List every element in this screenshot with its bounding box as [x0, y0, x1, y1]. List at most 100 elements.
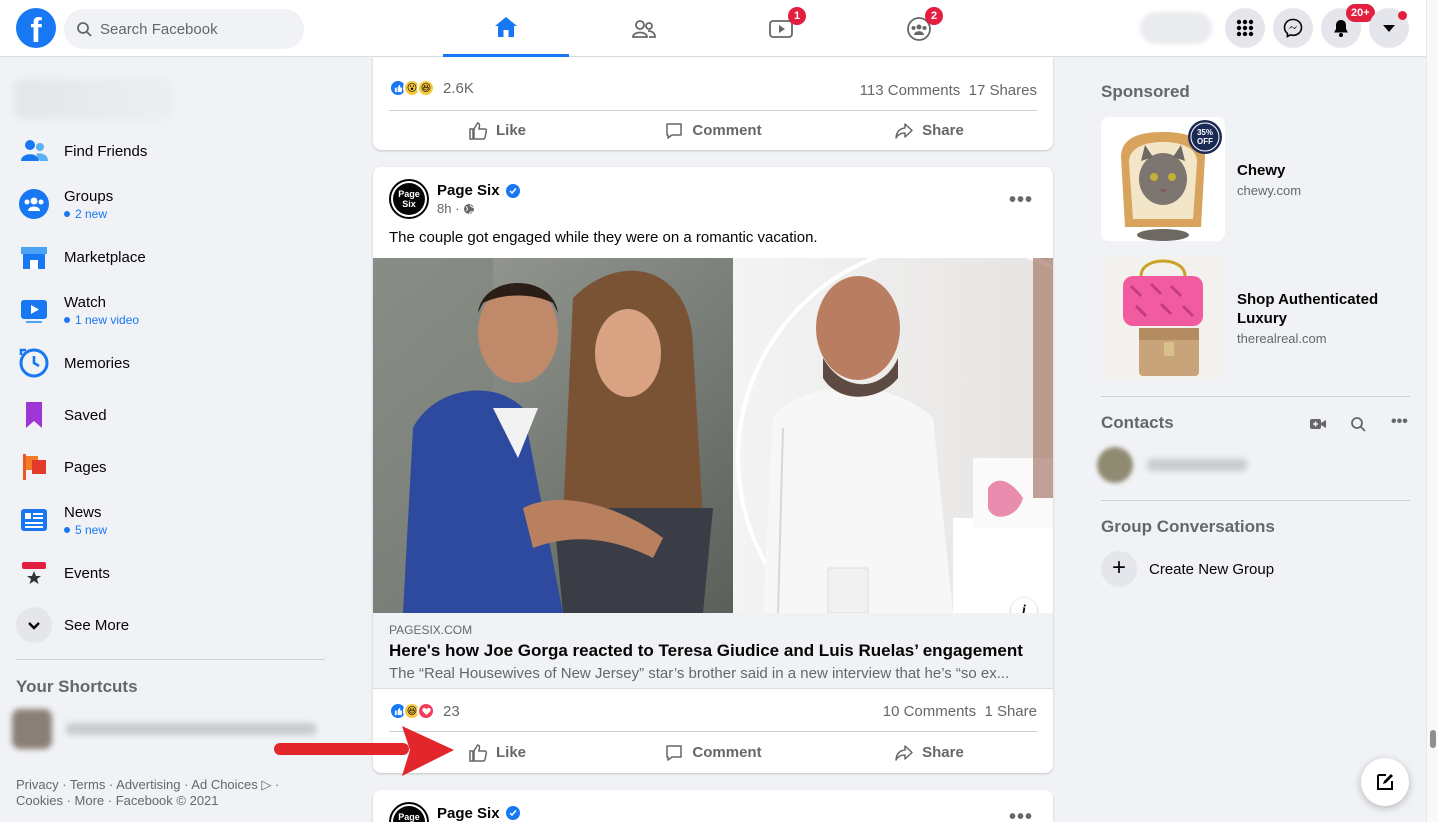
post-author[interactable]: Page Six	[437, 805, 500, 822]
page-scrollbar[interactable]	[1426, 0, 1438, 822]
link-title[interactable]: Here's how Joe Gorga reacted to Teresa G…	[389, 641, 1037, 661]
scroll-thumb[interactable]	[1430, 730, 1436, 748]
verified-badge-icon	[505, 806, 520, 820]
watch-badge: 1	[788, 7, 806, 25]
comment-icon	[666, 744, 683, 761]
ad-image[interactable]: 35% OFF	[1101, 117, 1225, 241]
profile-chip[interactable]	[1140, 12, 1212, 44]
tab-friends[interactable]	[581, 0, 707, 57]
ad-image[interactable]	[1101, 256, 1225, 380]
post-text: The couple got engaged while they were o…	[389, 229, 818, 246]
sidebar-item-sub: 5 new	[64, 523, 107, 537]
page-avatar-text: Page Six	[393, 806, 425, 822]
post-author[interactable]: Page Six	[437, 182, 500, 199]
sidebar-item-pages[interactable]: Pages	[16, 447, 107, 487]
search-box[interactable]	[64, 9, 304, 49]
sidebar-item-sub: 1 new video	[64, 313, 139, 327]
right-sidebar: Sponsored 35% OFF Chewy chewy.com Shop A…	[1085, 57, 1426, 822]
sidebar-divider	[16, 659, 325, 660]
video-call-icon[interactable]	[1309, 417, 1327, 431]
contacts-options-icon[interactable]: •••	[1391, 413, 1408, 431]
page-avatar[interactable]: Page Six	[389, 802, 429, 822]
comment-button[interactable]: Comment	[605, 732, 821, 773]
share-icon	[895, 122, 913, 139]
news-icon	[21, 509, 47, 531]
footer-line[interactable]: Privacy · Terms · Advertising · Ad Choic…	[16, 777, 316, 793]
sidebar-item-label: Groups	[64, 187, 114, 205]
reaction-count: 2.6K	[443, 79, 474, 97]
see-more-button[interactable]: See More	[16, 605, 129, 645]
link-preview[interactable]: PAGESIX.COM Here's how Joe Gorga reacted…	[373, 613, 1053, 689]
post-actions: Like Comment Share	[389, 731, 1037, 773]
search-icon	[77, 22, 92, 37]
footer-line[interactable]: Cookies · More · Facebook © 2021	[16, 793, 316, 809]
reaction-summary[interactable]: 😆 23	[389, 702, 460, 720]
watch-icon	[21, 300, 47, 323]
tab-home[interactable]	[443, 0, 569, 57]
create-group-button[interactable]: Create New Group	[1149, 561, 1274, 578]
sidebar-item-memories[interactable]: Memories	[16, 343, 130, 383]
share-button[interactable]: Share	[821, 732, 1037, 773]
post-time[interactable]: 8h ·	[437, 201, 459, 216]
top-bar: f 1 2 20+	[0, 0, 1426, 57]
search-input[interactable]	[100, 20, 290, 38]
sidebar-item-find-friends[interactable]: Find Friends	[16, 131, 147, 171]
sidebar-item-watch[interactable]: Watch 1 new video	[16, 290, 139, 330]
new-message-button[interactable]	[1361, 758, 1409, 806]
ad-domain: therealreal.com	[1237, 331, 1327, 346]
post-header: Page Six Page Six	[389, 802, 520, 822]
ad-discount-badge: 35% OFF	[1197, 128, 1213, 146]
marketplace-icon	[21, 247, 47, 269]
ad-name: Chewy	[1237, 162, 1286, 179]
sponsored-ad[interactable]: Shop Authenticated Luxury therealreal.co…	[1101, 256, 1411, 380]
comment-button[interactable]: Comment	[605, 111, 821, 150]
sponsored-ad[interactable]: 35% OFF Chewy chewy.com	[1101, 117, 1411, 241]
sidebar-item-label: Marketplace	[64, 248, 146, 266]
post-stats[interactable]: 113 Comments 17 Shares	[860, 82, 1037, 99]
account-alert-dot	[1398, 11, 1407, 20]
post-image[interactable]: i	[373, 258, 1053, 613]
comment-label: Comment	[692, 122, 762, 139]
messenger-button[interactable]	[1273, 8, 1313, 48]
shares-count[interactable]: 17 Shares	[969, 82, 1037, 99]
sidebar-item-news[interactable]: News 5 new	[16, 500, 107, 540]
post-options-icon[interactable]: •••	[1009, 189, 1033, 212]
sidebar-item-groups[interactable]: Groups 2 new	[16, 184, 113, 224]
groups-icon	[19, 189, 49, 219]
share-button[interactable]: Share	[821, 111, 1037, 150]
chevron-down-icon	[28, 622, 40, 630]
friends-icon	[21, 140, 48, 161]
thumbs-up-icon	[469, 743, 488, 762]
menu-button[interactable]	[1225, 8, 1265, 48]
comments-count[interactable]: 113 Comments	[860, 82, 961, 99]
reaction-summary[interactable]: 😮 😆 2.6K	[389, 79, 474, 97]
sidebar-item-events[interactable]: Events	[16, 553, 110, 593]
calendar-icon	[22, 562, 46, 585]
contact-item[interactable]	[1097, 445, 1297, 485]
verified-badge-icon	[505, 183, 520, 198]
post-stats[interactable]: 10 Comments 1 Share	[883, 703, 1037, 720]
like-label: Like	[495, 122, 526, 139]
comments-count[interactable]: 10 Comments	[883, 703, 976, 720]
home-icon	[495, 17, 517, 37]
sidebar-item-saved[interactable]: Saved	[16, 395, 107, 435]
thumbs-up-icon	[469, 121, 488, 140]
sidebar-item-label: Saved	[64, 406, 107, 424]
page-avatar[interactable]: Page Six	[389, 179, 429, 219]
tab-groups[interactable]: 2	[856, 0, 982, 57]
share-label: Share	[922, 122, 964, 139]
plus-icon[interactable]: +	[1101, 551, 1137, 587]
sidebar-item-label: Memories	[64, 354, 130, 372]
sidebar-item-label: Watch	[64, 293, 106, 311]
shares-count[interactable]: 1 Share	[984, 703, 1037, 720]
facebook-logo[interactable]: f	[16, 8, 56, 48]
groups-badge: 2	[925, 7, 943, 25]
see-more-label: See More	[64, 616, 130, 634]
search-icon[interactable]	[1350, 416, 1366, 432]
tab-watch[interactable]: 1	[718, 0, 844, 57]
post-options-icon[interactable]: •••	[1009, 806, 1033, 822]
profile-link[interactable]	[14, 79, 174, 119]
like-button[interactable]: Like	[389, 111, 605, 150]
sidebar-item-marketplace[interactable]: Marketplace	[16, 237, 146, 277]
ad-name: Shop Authenticated Luxury	[1237, 291, 1379, 327]
